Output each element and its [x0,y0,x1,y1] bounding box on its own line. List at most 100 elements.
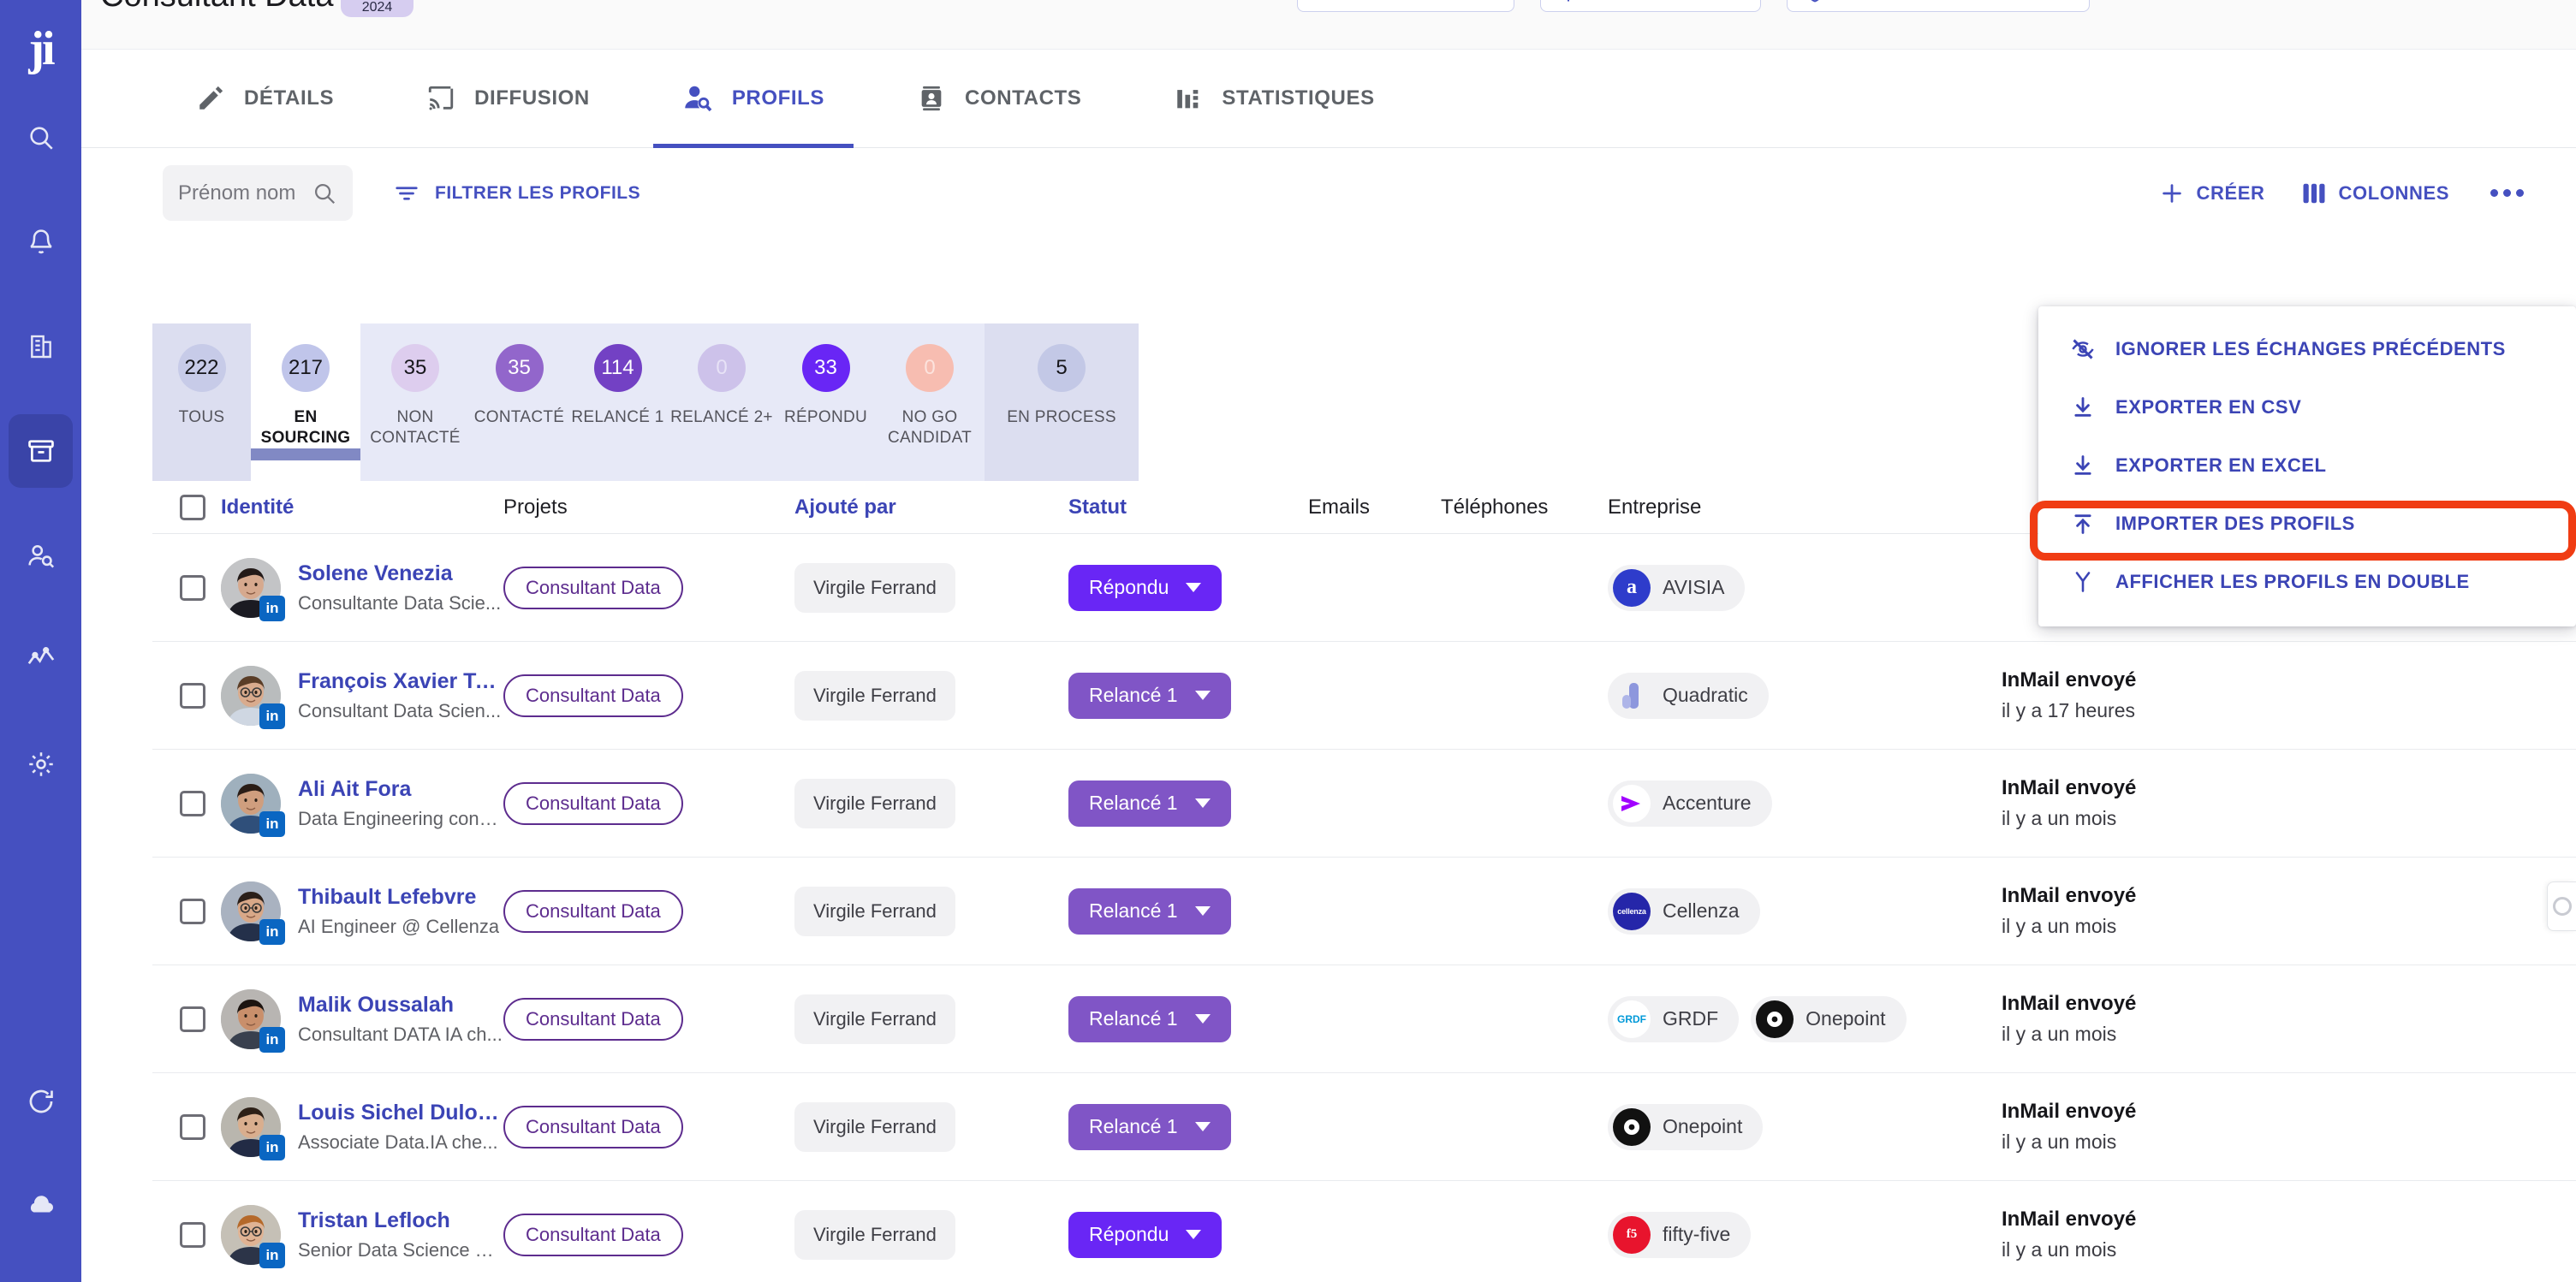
row-checkbox[interactable] [180,1221,205,1248]
avatar[interactable]: in [221,773,285,837]
company-chip[interactable]: cellenza Cellenza [1608,887,1760,935]
status-dropdown[interactable]: Relancé 1 [1068,672,1231,719]
profile-name[interactable]: Ali Ait Fora [298,776,503,802]
profile-name[interactable]: Louis Sichel Dulong [298,1100,503,1125]
column-header-identite[interactable]: Identité [221,496,503,519]
status-dropdown[interactable]: Répondu [1068,1211,1223,1258]
bell-icon[interactable] [0,190,81,294]
status-filter-r-pondu[interactable]: 33 RÉPONDU [776,323,875,481]
menu-item-exporter-en-csv[interactable]: EXPORTER EN CSV [2038,378,2576,436]
profile-name[interactable]: Thibault Lefebvre [298,884,499,910]
filter-profiles-button[interactable]: FILTRER LES PROFILS [394,181,640,206]
linkedin-badge-icon[interactable]: in [259,810,285,837]
row-checkbox[interactable] [180,682,205,709]
menu-item-ignorer-les-changes-pr-c-dents[interactable]: IGNORER LES ÉCHANGES PRÉCÉDENTS [2038,320,2576,378]
tab-profils[interactable]: PROFILS [652,50,854,148]
tab-statistiques[interactable]: STATISTIQUES [1145,50,1403,148]
avatar[interactable]: in [221,665,285,729]
project-chip[interactable]: Consultant Data [503,997,683,1041]
row-checkbox[interactable] [180,1006,205,1032]
select-all-checkbox[interactable] [180,494,205,520]
table-row[interactable]: in François Xavier Tol... Consultant Dat… [152,642,2576,750]
status-filter-contact[interactable]: 35 CONTACTÉ [470,323,568,481]
table-row[interactable]: in Louis Sichel Dulong Associate Data.IA… [152,1073,2576,1181]
messages-a-traiter-button[interactable]: MESSAGES À TRAITER [1297,0,1515,12]
table-row[interactable]: in Thibault Lefebvre AI Engineer @ Celle… [152,858,2576,965]
edge-help-widget[interactable] [2547,881,2576,931]
profile-name[interactable]: Solene Venezia [298,561,501,586]
company-chip[interactable]: f5 fifty-five [1608,1211,1752,1258]
project-chip[interactable]: Consultant Data [503,1213,683,1256]
linkedin-badge-icon[interactable]: in [259,1026,285,1053]
row-checkbox[interactable] [180,1113,205,1140]
avatar[interactable]: in [221,557,285,621]
row-checkbox[interactable] [180,574,205,601]
company-chip[interactable]: Onepoint [1751,995,1907,1042]
status-dropdown[interactable]: Relancé 1 [1068,1103,1231,1150]
table-row[interactable]: in Tristan Lefloch Senior Data Science C… [152,1181,2576,1282]
column-header-ajoute-par[interactable]: Ajouté par [794,496,1068,519]
status-filter-relanc-2[interactable]: 0 RELANCÉ 2+ [667,323,776,481]
company-chip[interactable]: a AVISIA [1608,564,1746,611]
status-filter-en-sourcing[interactable]: 217 EN SOURCING [251,323,360,481]
tab-diffusion[interactable]: DIFFUSION [397,50,619,148]
refresh-icon[interactable] [0,1049,81,1154]
company-chip[interactable]: GRDF GRDF [1608,995,1740,1042]
project-chip[interactable]: Consultant Data [503,674,683,717]
menu-item-importer-des-profils[interactable]: IMPORTER DES PROFILS [2038,495,2576,553]
status-filter-non-contact[interactable]: 35 NON CONTACTÉ [360,323,470,481]
status-dropdown[interactable]: Relancé 1 [1068,887,1231,935]
column-header-projets[interactable]: Projets [503,496,794,519]
linkedin-badge-icon[interactable]: in [259,703,285,729]
archive-icon[interactable] [0,399,81,503]
status-filter-relanc-1[interactable]: 114 RELANCÉ 1 [568,323,667,481]
column-header-entreprise[interactable]: Entreprise [1608,496,2002,519]
menu-item-exporter-en-excel[interactable]: EXPORTER EN EXCEL [2038,436,2576,495]
avatar[interactable]: in [221,1204,285,1268]
search-icon[interactable] [312,181,337,206]
status-dropdown[interactable]: Répondu [1068,564,1223,611]
candidats-en-process-button[interactable]: CANDIDATS EN PROCESS À SUIVRE [1787,0,2091,12]
project-chip[interactable]: Consultant Data [503,889,683,933]
building-icon[interactable] [0,294,81,399]
company-chip[interactable]: Quadratic [1608,672,1769,719]
avatar[interactable]: in [221,988,285,1053]
table-row[interactable]: in Malik Oussalah Consultant DATA IA ch.… [152,965,2576,1073]
linkedin-badge-icon[interactable]: in [259,1242,285,1268]
row-checkbox[interactable] [180,790,205,816]
profile-name[interactable]: François Xavier Tol... [298,668,503,694]
column-header-statut[interactable]: Statut [1068,496,1308,519]
column-header-telephones[interactable]: Téléphones [1441,496,1608,519]
create-button[interactable]: CRÉER [2159,181,2265,206]
menu-item-afficher-les-profils-en-double[interactable]: AFFICHER LES PROFILS EN DOUBLE [2038,553,2576,611]
avatar[interactable]: in [221,881,285,945]
profile-name[interactable]: Tristan Lefloch [298,1208,503,1233]
company-chip[interactable]: Accenture [1608,780,1772,827]
people-search-icon[interactable] [0,503,81,608]
avatar[interactable]: in [221,1096,285,1160]
tab-contacts[interactable]: CONTACTS [888,50,1110,148]
cloud-icon[interactable] [0,1154,81,1258]
activity-icon[interactable] [0,608,81,712]
linkedin-badge-icon[interactable]: in [259,595,285,621]
status-filter-tous[interactable]: 222 TOUS [152,323,251,481]
project-chip[interactable]: Consultant Data [503,781,683,825]
gear-icon[interactable] [0,712,81,816]
tab-details[interactable]: DÉTAILS [167,50,363,148]
profile-name[interactable]: Malik Oussalah [298,992,503,1018]
column-header-emails[interactable]: Emails [1308,496,1441,519]
status-dropdown[interactable]: Relancé 1 [1068,780,1231,827]
linkedin-badge-icon[interactable]: in [259,1134,285,1160]
relances-possibles-button[interactable]: RELANCES POSSIBLES [1540,0,1762,12]
search-icon[interactable] [0,86,81,190]
more-options-button[interactable] [2485,184,2529,202]
status-filter-en-process[interactable]: 5 EN PROCESS [985,323,1139,481]
company-chip[interactable]: Onepoint [1608,1103,1764,1150]
project-chip[interactable]: Consultant Data [503,566,683,609]
table-row[interactable]: in Ali Ait Fora Data Engineering cons...… [152,750,2576,858]
status-dropdown[interactable]: Relancé 1 [1068,995,1231,1042]
columns-button[interactable]: COLONNES [2301,182,2449,205]
project-chip[interactable]: Consultant Data [503,1105,683,1148]
status-filter-no-go-candidat[interactable]: 0 NO GO CANDIDAT [875,323,985,481]
row-checkbox[interactable] [180,898,205,924]
